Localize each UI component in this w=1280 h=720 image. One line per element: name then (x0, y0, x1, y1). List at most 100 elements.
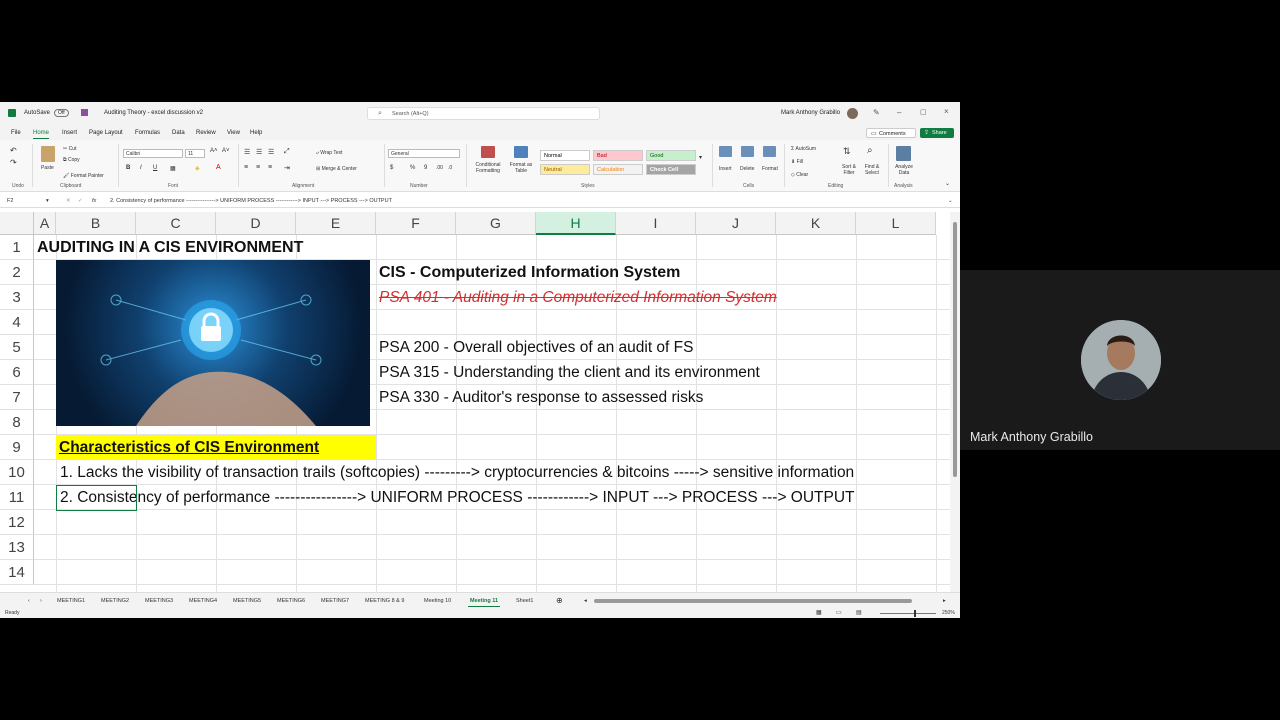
vertical-scroll-thumb[interactable] (953, 222, 957, 477)
cell-f7[interactable]: PSA 330 - Auditor's response to assessed… (379, 385, 703, 410)
sheet-tab-meeting2[interactable]: MEETING2 (101, 598, 129, 604)
vertical-scrollbar[interactable] (950, 212, 960, 592)
sort-filter-label[interactable]: Sort & Filter (838, 164, 860, 176)
tab-insert[interactable]: Insert (62, 130, 77, 136)
scroll-right-icon[interactable]: ▸ (943, 598, 946, 604)
style-good[interactable]: Good (646, 150, 696, 161)
zoom-level[interactable]: 250% (942, 610, 955, 616)
formula-input[interactable]: 2. Consistency of performance ----------… (110, 198, 392, 204)
analyze-data-icon[interactable] (896, 146, 911, 161)
confirm-entry-icon[interactable]: ✓ (78, 198, 83, 204)
font-name-select[interactable]: Calibri (123, 149, 183, 158)
row-header-12[interactable]: 12 (0, 510, 34, 535)
pen-icon[interactable]: ✎ (873, 108, 880, 117)
autosave-toggle[interactable]: Off (54, 109, 69, 117)
column-header-b[interactable]: B (56, 212, 136, 235)
format-cells-icon[interactable] (763, 146, 776, 157)
row-header-4[interactable]: 4 (0, 310, 34, 335)
style-neutral[interactable]: Neutral (540, 164, 590, 175)
format-label[interactable]: Format (762, 166, 778, 172)
redo-icon[interactable]: ↷ (10, 158, 17, 167)
tab-help[interactable]: Help (250, 130, 262, 136)
currency-icon[interactable]: $ (390, 165, 393, 171)
collapse-ribbon-icon[interactable]: ⌄ (945, 180, 950, 187)
font-size-select[interactable]: 11 (185, 149, 205, 158)
cancel-entry-icon[interactable]: ✕ (66, 198, 71, 204)
copy-button[interactable]: ⧉ Copy (63, 157, 80, 163)
save-icon[interactable] (81, 109, 88, 116)
select-all-corner[interactable] (0, 212, 34, 235)
delete-cells-icon[interactable] (741, 146, 754, 157)
fill-color-icon[interactable]: ◈ (195, 165, 200, 172)
conditional-formatting-label[interactable]: Conditional Formatting (470, 162, 506, 174)
tab-file[interactable]: File (11, 130, 21, 136)
page-break-view-icon[interactable]: ▤ (856, 609, 862, 616)
sheet-tab-sheet1[interactable]: Sheet1 (516, 598, 533, 604)
increase-decimal-icon[interactable]: .00 (436, 165, 443, 171)
cell-b10[interactable]: 1. Lacks the visibility of transaction t… (60, 460, 854, 485)
column-header-d[interactable]: D (216, 212, 296, 235)
style-bad[interactable]: Bad (593, 150, 643, 161)
style-calculation[interactable]: Calculation (593, 164, 643, 175)
align-right-icon[interactable]: ≡ (268, 164, 272, 171)
column-header-l[interactable]: L (856, 212, 936, 235)
borders-icon[interactable]: ▦ (170, 165, 176, 172)
add-sheet-icon[interactable]: ⊕ (556, 596, 563, 605)
column-header-a[interactable]: A (34, 212, 56, 235)
scroll-left-icon[interactable]: ◂ (584, 598, 587, 604)
column-header-i[interactable]: I (616, 212, 696, 235)
sheet-tab-meeting3[interactable]: MEETING3 (145, 598, 173, 604)
clear-button[interactable]: ◇ Clear (791, 172, 808, 178)
autosum-button[interactable]: Σ AutoSum (791, 146, 816, 152)
minimize-icon[interactable]: – (897, 108, 901, 117)
paste-label[interactable]: Paste (41, 165, 54, 171)
restore-icon[interactable]: ▢ (920, 108, 927, 116)
column-header-f[interactable]: F (376, 212, 456, 235)
find-select-icon[interactable]: ⌕ (867, 145, 873, 156)
tab-formulas[interactable]: Formulas (135, 130, 160, 136)
column-header-j[interactable]: J (696, 212, 776, 235)
row-header-8[interactable]: 8 (0, 410, 34, 435)
cell-b9[interactable]: Characteristics of CIS Environment (59, 435, 319, 460)
align-top-icon[interactable]: ☰ (244, 148, 250, 156)
align-middle-icon[interactable]: ☰ (256, 148, 262, 156)
worksheet-grid[interactable]: ABCDEFGHIJKL 1 2 3 4 5 6 7 8 9 10 11 12 13 14 (0, 212, 950, 618)
tab-page-layout[interactable]: Page Layout (89, 130, 123, 136)
row-header-14[interactable]: 14 (0, 560, 34, 585)
page-layout-view-icon[interactable]: ▭ (836, 609, 842, 616)
tab-home[interactable]: Home (33, 130, 50, 139)
align-center-icon[interactable]: ≡ (256, 164, 260, 171)
row-header-2[interactable]: 2 (0, 260, 34, 285)
format-as-table-label[interactable]: Format as Table (506, 162, 536, 174)
cell-b11[interactable]: 2. Consistency of performance ----------… (60, 485, 855, 510)
function-icon[interactable]: fx (92, 198, 96, 204)
row-header-5[interactable]: 5 (0, 335, 34, 360)
fill-button[interactable]: ⬇ Fill (791, 159, 803, 165)
shrink-font-icon[interactable]: A˅ (222, 148, 230, 154)
style-check-cell[interactable]: Check Cell (646, 164, 696, 175)
align-left-icon[interactable]: ≡ (244, 164, 248, 171)
next-sheet-icon[interactable]: › (40, 598, 42, 604)
decrease-decimal-icon[interactable]: .0 (448, 165, 452, 171)
row-header-3[interactable]: 3 (0, 285, 34, 310)
search-box[interactable]: ⌕ Search (Alt+Q) (367, 107, 600, 120)
column-header-e[interactable]: E (296, 212, 376, 235)
cell-f3[interactable]: PSA 401 - Auditing in a Computerized Inf… (379, 285, 777, 310)
sheet-tab-meeting-11[interactable]: Meeting 11 (467, 598, 501, 607)
cybersecurity-image[interactable] (56, 260, 370, 426)
style-normal[interactable]: Normal (540, 150, 590, 161)
sheet-tab-meeting4[interactable]: MEETING4 (189, 598, 217, 604)
bold-icon[interactable]: B (126, 165, 130, 171)
column-header-h[interactable]: H (536, 212, 616, 235)
sort-filter-icon[interactable]: ⇅ (843, 146, 851, 157)
sheet-tab-meeting6[interactable]: MEETING6 (277, 598, 305, 604)
format-as-table-icon[interactable] (514, 146, 528, 158)
cut-button[interactable]: ✂ Cut (63, 146, 76, 152)
row-header-11[interactable]: 11 (0, 485, 34, 510)
analyze-data-label[interactable]: Analyze Data (892, 164, 916, 176)
column-header-c[interactable]: C (136, 212, 216, 235)
paste-icon[interactable] (41, 146, 55, 162)
comments-button[interactable]: ▭ Comments (866, 128, 916, 138)
font-color-icon[interactable]: A (216, 164, 221, 171)
sheet-tab-meeting7[interactable]: MEETING7 (321, 598, 349, 604)
